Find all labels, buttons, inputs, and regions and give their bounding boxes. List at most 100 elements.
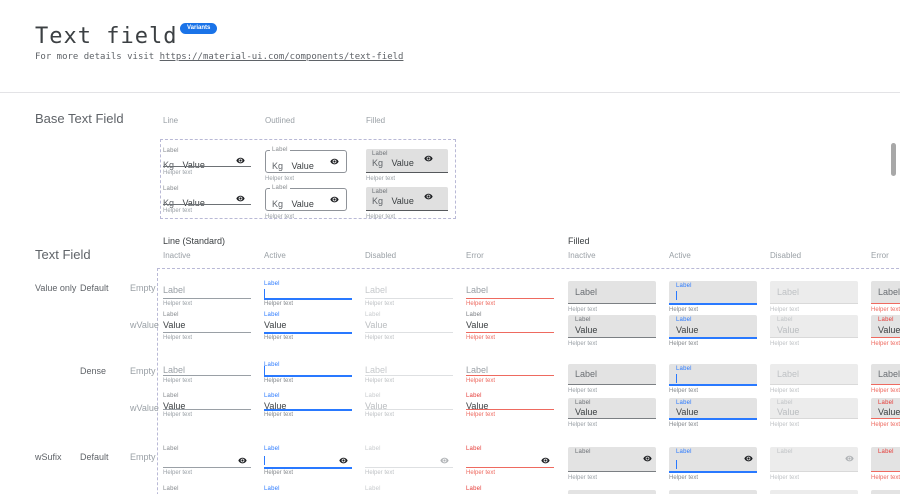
textfield-filled-active-value-only-dense-wvalue[interactable]: Label ValueHelper text [669,392,757,428]
row-label: Empty [130,452,156,462]
textfield-line-active-value-only-default-empty[interactable]: Label Helper text [264,281,352,311]
field-label: Label [270,147,290,154]
filled-field-box [669,490,757,494]
field-underline [163,467,251,468]
field-label: Label [777,287,799,297]
textfield-line-disabled-wsufix-default-empty[interactable]: Label Helper text [365,445,453,475]
field-input-row [777,459,854,470]
field-value: Value [182,198,204,208]
textfield-line-disabled-value-only-dense-empty[interactable]: Label Helper text [365,362,453,392]
helper-text: Helper text [264,335,293,342]
textfield-line-inactive-value-only-dense-wvalue[interactable]: Label Value Helper text [163,392,251,422]
helper-text: Helper text [669,422,698,429]
base-field-line-row2[interactable]: Label Kg Value Helper text [163,183,251,217]
base-field-filled-row1[interactable]: Label Kg Value Helper text [366,145,448,181]
visibility-eye-icon[interactable] [643,454,652,463]
visibility-eye-icon[interactable] [330,157,339,166]
textfield-line-inactive-value-only-default-empty[interactable]: Label Helper text [163,281,251,311]
field-underline [466,467,554,468]
visibility-eye-icon[interactable] [744,454,753,463]
textfield-line-active-wsufix-default-wvalue-partial[interactable]: Label [264,485,352,494]
visibility-eye-icon[interactable] [330,195,339,204]
field-value: Value [777,407,799,417]
field-value: Value [182,160,204,170]
filled-field-box: Label Value [770,398,858,419]
textfield-filled-disabled-value-only-default-wvalue[interactable]: Label ValueHelper text [770,311,858,347]
visibility-eye-icon[interactable] [236,156,245,165]
field-label: Label [676,317,692,324]
textfield-line-error-value-only-dense-empty[interactable]: Label Helper text [466,362,554,392]
textfield-filled-error-value-only-dense-wvalue[interactable]: Label ValueHelper text [871,392,900,428]
textfield-filled-active-value-only-default-wvalue[interactable]: Label ValueHelper text [669,311,757,347]
textfield-line-inactive-value-only-default-wvalue[interactable]: Label Value Helper text [163,311,251,341]
textfield-line-active-value-only-default-wvalue[interactable]: Label Value Helper text [264,311,352,341]
helper-text: Helper text [466,301,495,308]
textfield-line-error-wsufix-default-empty[interactable]: Label Helper text [466,445,554,475]
visibility-eye-icon[interactable] [424,154,433,163]
textfield-filled-disabled-wsufix-default-wvalue-partial[interactable] [770,485,858,494]
textfield-filled-active-wsufix-default-empty[interactable]: Label Helper text [669,445,757,481]
textfield-filled-error-wsufix-default-wvalue-partial[interactable] [871,485,900,494]
textfield-line-inactive-wsufix-default-wvalue-partial[interactable]: Label [163,485,251,494]
textfield-line-disabled-wsufix-default-wvalue-partial[interactable]: Label [365,485,453,494]
textfield-line-active-value-only-dense-wvalue[interactable]: Label Value Helper text [264,392,352,422]
helper-text: Helper text [265,214,294,221]
textfield-filled-active-wsufix-default-wvalue-partial[interactable] [669,485,757,494]
visibility-eye-icon[interactable] [339,456,348,465]
textfield-filled-disabled-value-only-dense-wvalue[interactable]: Label ValueHelper text [770,392,858,428]
visibility-eye-icon[interactable] [845,454,854,463]
field-input-row [365,455,453,466]
field-label: Label [575,287,597,297]
textfield-filled-error-wsufix-default-empty[interactable]: Label Helper text [871,445,900,481]
field-input-row [575,459,652,470]
field-underline [264,375,352,377]
textfield-filled-disabled-wsufix-default-empty[interactable]: Label Helper text [770,445,858,481]
textfield-line-inactive-value-only-dense-empty[interactable]: Label Helper text [163,362,251,392]
field-value: Value [163,320,185,330]
textfield-line-error-value-only-default-wvalue[interactable]: Label Value Helper text [466,311,554,341]
textfield-filled-error-value-only-default-wvalue[interactable]: Label ValueHelper text [871,311,900,347]
textfield-line-disabled-value-only-dense-wvalue[interactable]: Label Value Helper text [365,392,453,422]
textfield-line-error-wsufix-default-wvalue-partial[interactable]: Label [466,485,554,494]
base-field-outlined-row1[interactable]: Kg Value Label Helper text [265,145,345,181]
filled-field-box: Label [770,364,858,385]
base-field-filled-row2[interactable]: Label Kg Value Helper text [366,183,448,219]
text-caret [676,460,677,469]
visibility-eye-icon[interactable] [236,194,245,203]
textfield-filled-inactive-wsufix-default-empty[interactable]: Label Helper text [568,445,656,481]
field-input-row [264,455,352,466]
textfield-line-active-value-only-dense-empty[interactable]: Label Helper text [264,362,352,392]
visibility-eye-icon[interactable] [238,456,247,465]
field-underline [264,409,352,411]
textfield-line-disabled-value-only-default-wvalue[interactable]: Label Value Helper text [365,311,453,341]
textfield-line-error-value-only-default-empty[interactable]: Label Helper text [466,281,554,311]
textfield-line-inactive-wsufix-default-empty[interactable]: Label Helper text [163,445,251,475]
visibility-eye-icon[interactable] [424,192,433,201]
scrollbar-thumb[interactable] [891,143,896,176]
base-field-outlined-row2[interactable]: Kg Value Label Helper text [265,183,345,219]
textfield-filled-inactive-value-only-default-wvalue[interactable]: Label ValueHelper text [568,311,656,347]
field-underline [264,298,352,300]
field-label: Label [466,446,482,453]
text-caret [264,289,265,298]
textfield-filled-inactive-value-only-dense-wvalue[interactable]: Label ValueHelper text [568,392,656,428]
helper-text: Helper text [163,335,192,342]
textfield-filled-inactive-wsufix-default-wvalue-partial[interactable] [568,485,656,494]
textfield-line-active-wsufix-default-empty[interactable]: Label Helper text [264,445,352,475]
textfield-line-error-value-only-dense-wvalue[interactable]: Label Value Helper text [466,392,554,422]
field-label: Label [163,393,179,400]
field-label: Label [777,317,793,324]
field-label: Label [466,486,482,493]
docs-link[interactable]: https://material-ui.com/components/text-… [160,52,404,62]
filled-field-box: Label Kg Value [366,149,448,173]
field-label: Label [575,369,597,379]
base-field-line-row1[interactable]: Label Kg Value Helper text [163,145,251,179]
field-input-row [163,455,251,466]
helper-text: Helper text [568,341,597,348]
textfield-line-disabled-value-only-default-empty[interactable]: Label Helper text [365,281,453,311]
visibility-eye-icon[interactable] [440,456,449,465]
field-label: Label [270,185,290,192]
field-value: Value [878,325,900,335]
visibility-eye-icon[interactable] [541,456,550,465]
helper-text: Helper text [669,341,698,348]
